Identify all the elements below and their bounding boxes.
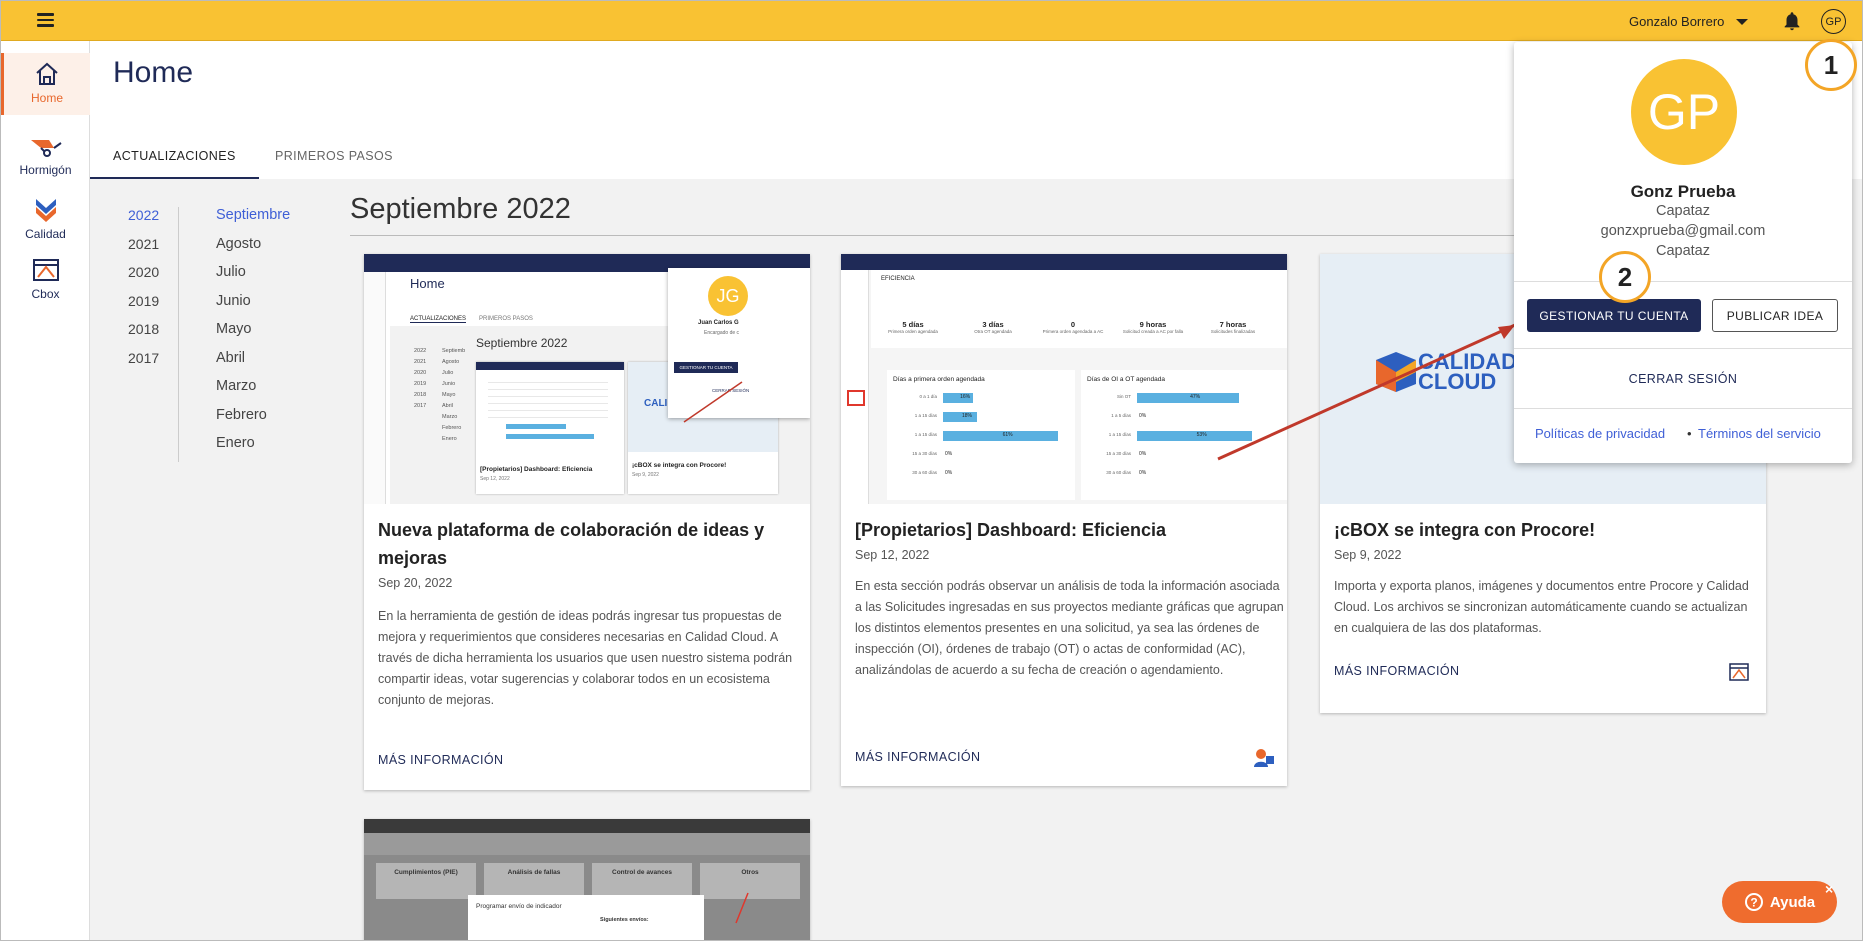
question-icon: ? — [1744, 893, 1763, 911]
cbox-icon — [32, 259, 59, 281]
help-label: Ayuda — [1769, 893, 1816, 911]
bell-icon[interactable] — [1781, 10, 1803, 32]
tab-primeros-pasos[interactable]: PRIMEROS PASOS — [275, 149, 393, 179]
sidebar-item-label: Home — [30, 91, 63, 105]
wheelbarrow-icon — [30, 140, 62, 157]
profile-role-secondary: Capataz — [1655, 243, 1710, 259]
sidebar-item-label: Hormigón — [19, 163, 72, 177]
sidebar-item-label: Calidad — [25, 227, 66, 241]
terms-link[interactable]: Términos del servicio — [1698, 426, 1821, 441]
sidebar: Home Hormigón Calidad Cbox — [1, 41, 90, 940]
divider — [1514, 281, 1852, 282]
sidebar-item-home[interactable]: Home — [1, 53, 90, 115]
chevron-down-icon[interactable] — [1736, 19, 1748, 25]
step-marker-1: 1 — [1805, 39, 1857, 91]
page-title: Home — [113, 56, 194, 89]
profile-role: Capataz — [1655, 203, 1710, 219]
calidad-icon — [35, 199, 56, 222]
profile-email: gonzxprueba@gmail.com — [1600, 223, 1766, 239]
publish-idea-button[interactable]: PUBLICAR IDEA — [1712, 299, 1838, 332]
help-button[interactable]: ? Ayuda — [1722, 881, 1837, 923]
sidebar-item-cbox[interactable]: Cbox — [1, 249, 90, 311]
logout-button[interactable]: CERRAR SESIÓN — [1514, 372, 1852, 386]
sidebar-item-calidad[interactable]: Calidad — [1, 187, 90, 249]
user-menu-popup: GP Gonz Prueba Capataz gonzxprueba@gmail… — [1514, 42, 1852, 463]
tab-actualizaciones[interactable]: ACTUALIZACIONES — [90, 149, 259, 179]
link-separator: • — [1687, 426, 1692, 441]
user-name[interactable]: Gonzalo Borrero — [1629, 14, 1724, 29]
sidebar-item-label: Cbox — [31, 287, 60, 301]
menu-icon[interactable] — [37, 13, 54, 27]
svg-text:?: ? — [1750, 896, 1757, 910]
help-close-icon[interactable]: × — [1825, 881, 1833, 897]
step-marker-2: 2 — [1599, 251, 1651, 303]
top-bar: Gonzalo Borrero GP — [1, 1, 1862, 41]
app-window: Gonzalo Borrero GP Home Hormigón Calidad… — [0, 0, 1863, 941]
home-icon — [36, 62, 58, 85]
divider — [1514, 408, 1852, 409]
privacy-link[interactable]: Políticas de privacidad — [1535, 426, 1665, 441]
sidebar-item-hormigon[interactable]: Hormigón — [1, 125, 90, 187]
manage-account-button[interactable]: GESTIONAR TU CUENTA — [1527, 299, 1701, 332]
divider — [1514, 348, 1852, 349]
avatar-large: GP — [1631, 59, 1737, 165]
profile-name: Gonz Prueba — [1630, 182, 1736, 201]
avatar[interactable]: GP — [1821, 9, 1846, 34]
